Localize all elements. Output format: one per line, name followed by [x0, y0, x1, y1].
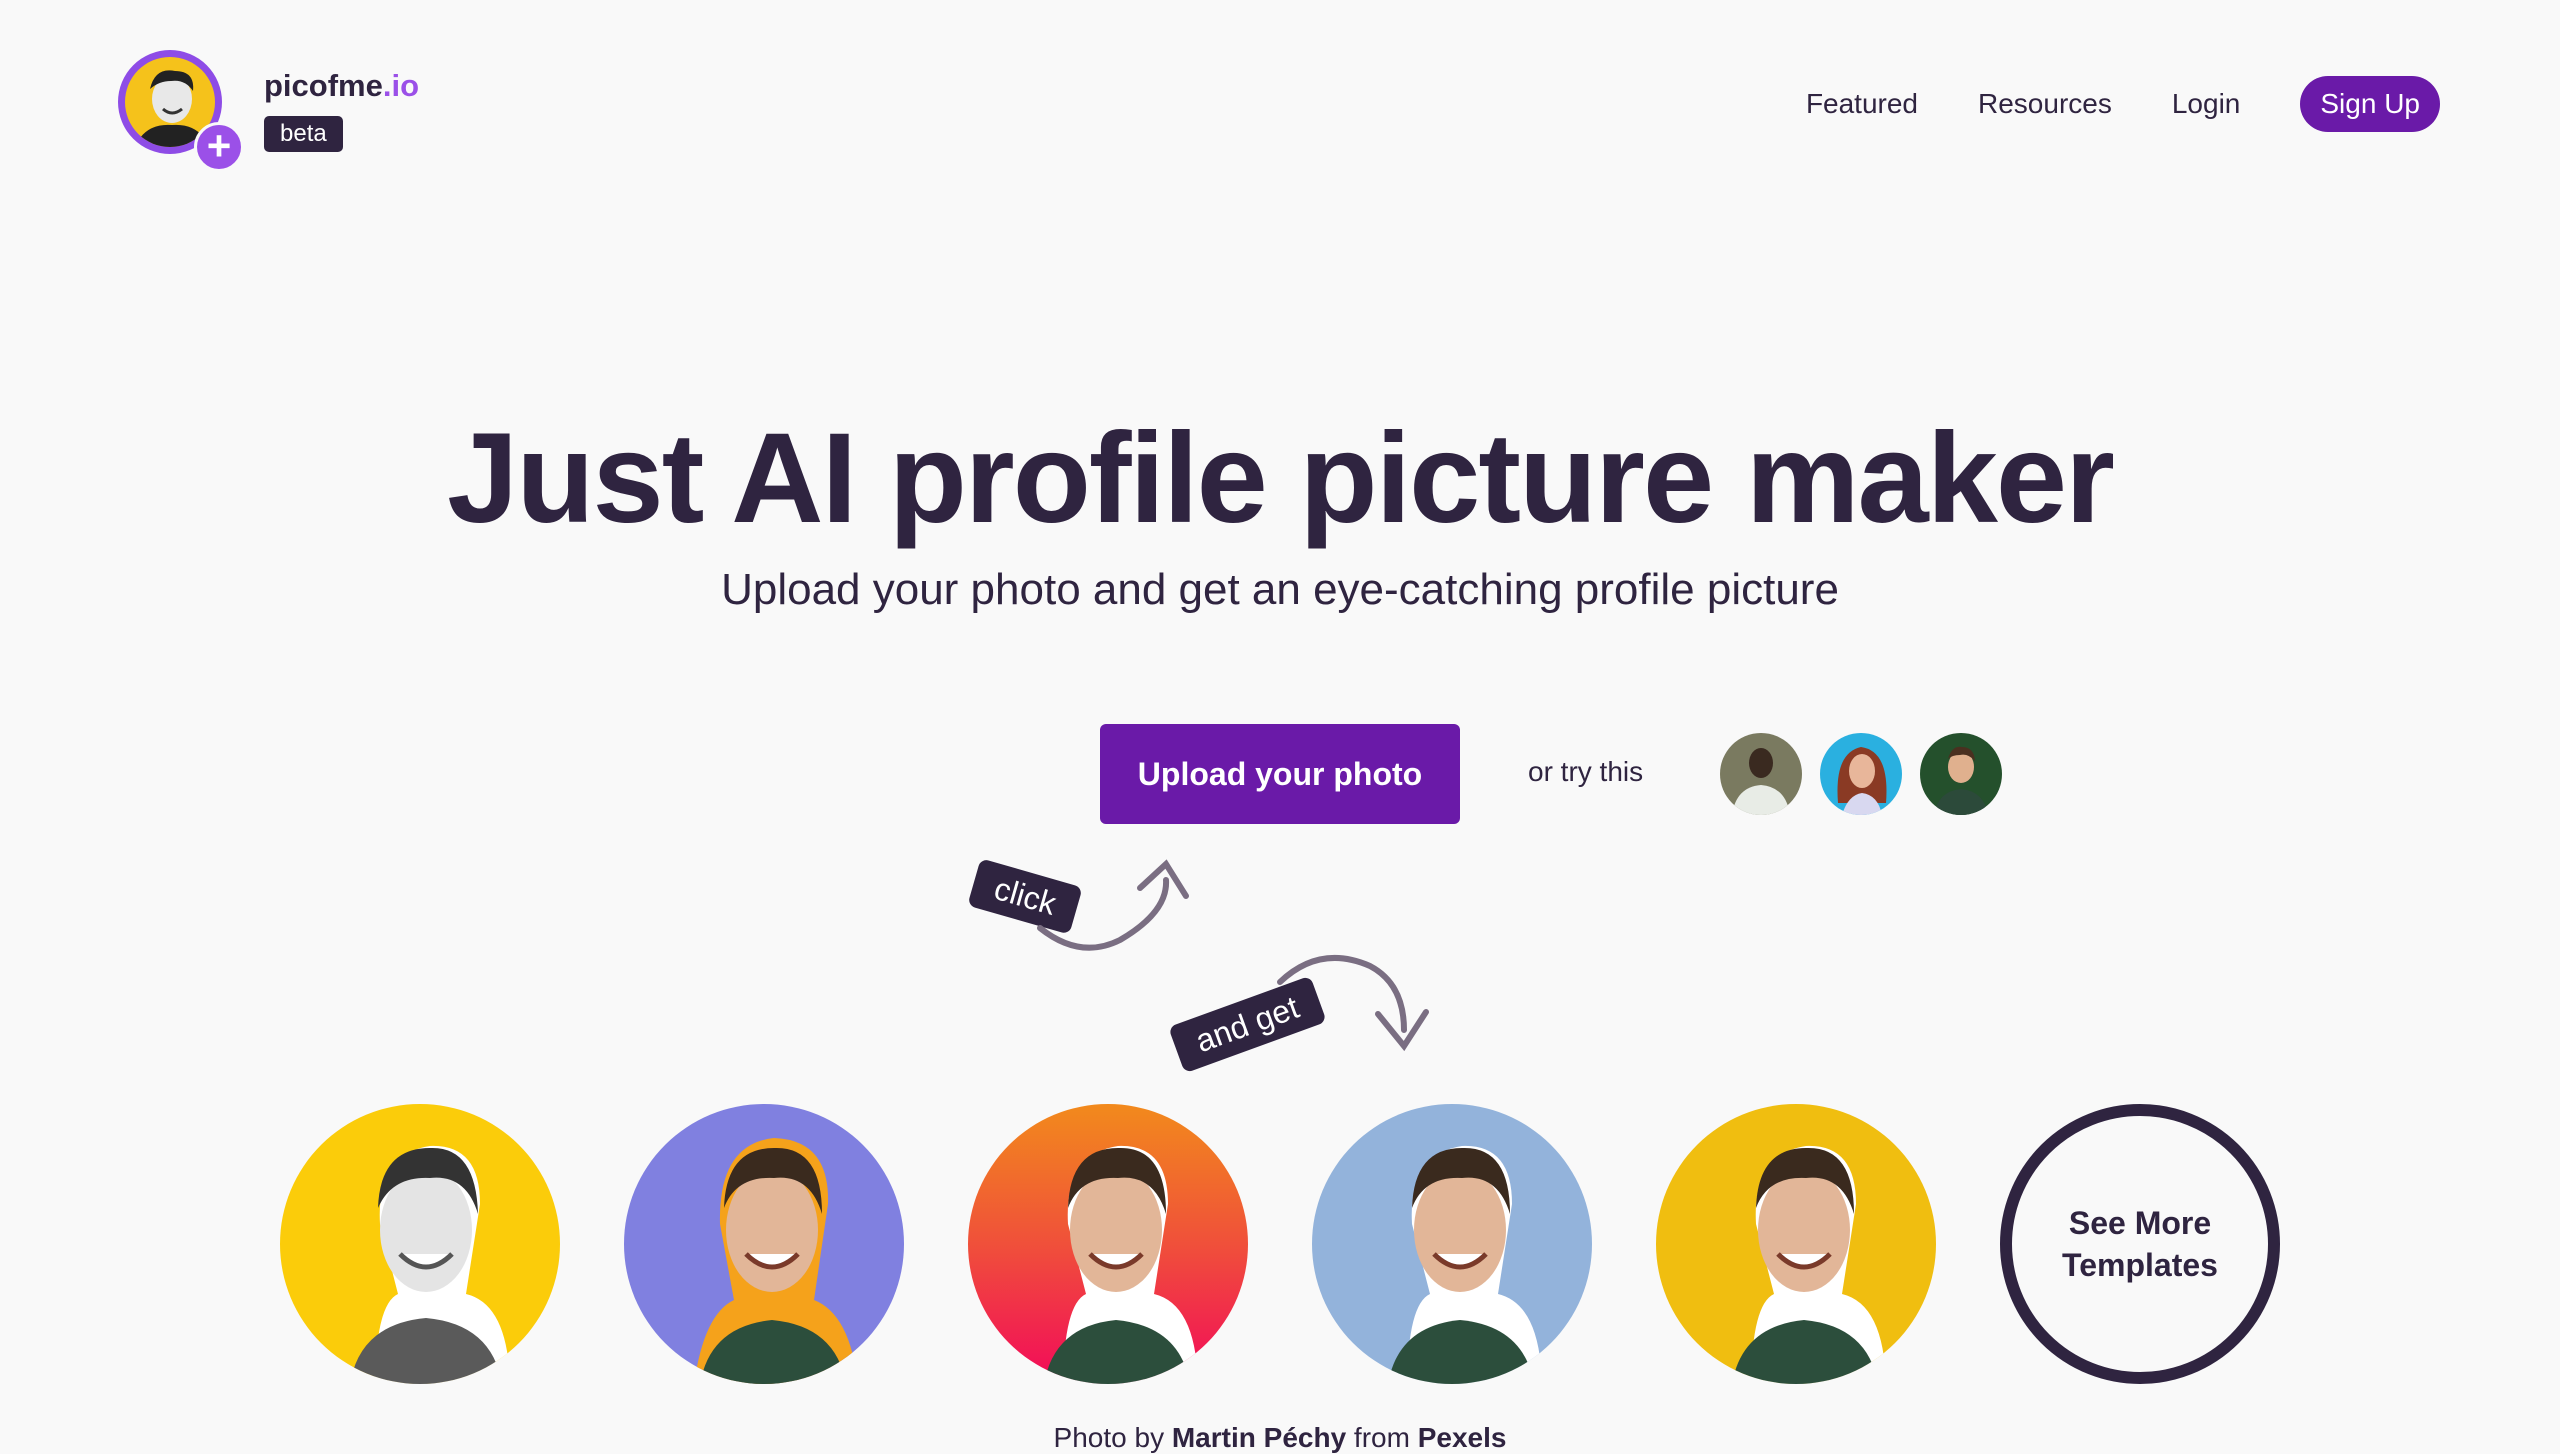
see-more-line2: Templates	[2062, 1247, 2218, 1283]
curved-arrow-down-icon	[1277, 954, 1429, 1052]
template-black-white-yellow[interactable]	[280, 1104, 560, 1384]
credit-source-link[interactable]: Pexels	[1418, 1422, 1507, 1453]
credit-author-link[interactable]: Martin Péchy	[1172, 1422, 1346, 1453]
curved-arrow-up-icon	[1037, 859, 1189, 951]
template-purple[interactable]	[624, 1104, 904, 1384]
template-yellow[interactable]	[1656, 1104, 1936, 1384]
template-portrait	[1312, 1104, 1592, 1384]
photo-credit: Photo by Martin Péchy from Pexels	[1053, 1422, 1507, 1453]
template-portrait	[1656, 1104, 1936, 1384]
template-gradient[interactable]	[968, 1104, 1248, 1384]
template-portrait	[968, 1104, 1248, 1384]
template-portrait	[280, 1104, 560, 1384]
see-more-line1: See More	[2068, 1205, 2212, 1241]
see-more-templates-button[interactable]: See More Templates	[2000, 1104, 2280, 1384]
template-portrait	[624, 1104, 904, 1384]
template-light-blue[interactable]	[1312, 1104, 1592, 1384]
